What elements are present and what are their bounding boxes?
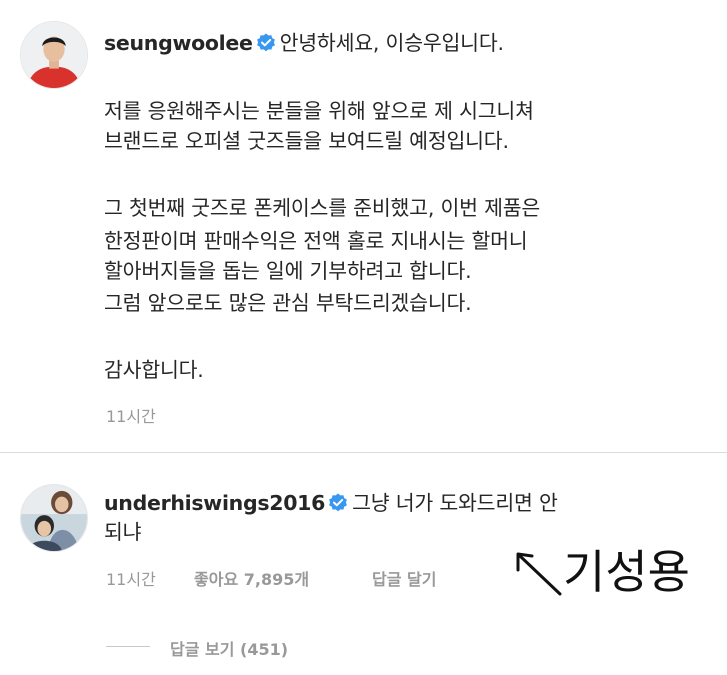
comment-text-line: 되냐 [104,520,142,544]
post-text-line: 브랜드로 오피셜 굿즈들을 보여드릴 예정입니다. [104,129,509,153]
post-text-line: 감사합니다. [104,358,204,382]
annotation-label: 기성용 [563,545,690,599]
post-author-photo [21,22,87,88]
post-text-line: 한정판이며 판매수익은 전액 홀로 지내시는 할머니 [104,229,528,253]
comment-likes-count[interactable]: 좋아요 7,895개 [194,566,309,590]
comment-username[interactable]: underhiswings2016 [104,491,325,515]
comment-first-line: underhiswings2016 그냥 너가 도와드리면 안 [104,488,558,518]
arrow-icon [516,552,562,596]
reply-button[interactable]: 답글 달기 [372,566,436,590]
post-text-line: 그럼 앞으로도 많은 관심 부탁드리겠습니다. [104,291,472,315]
view-replies-button[interactable]: 답글 보기 (451) [170,636,288,660]
post-text-intro: 안녕하세요, 이승우입니다. [279,31,504,55]
post-text-line: 저를 응원해주시는 분들을 위해 앞으로 제 시그니쳐 [104,99,534,123]
post-first-line: seungwoolee 안녕하세요, 이승우입니다. [104,28,504,58]
comment-timestamp: 11시간 [106,570,156,589]
verified-badge-icon [328,493,348,513]
post-text-line: 그 첫번째 굿즈로 폰케이스를 준비했고, 이번 제품은 [104,196,541,220]
replies-divider-line [106,646,150,647]
comment-author-avatar[interactable] [20,484,88,552]
post-username[interactable]: seungwoolee [104,31,253,55]
verified-badge-icon [256,33,276,53]
divider [0,452,727,453]
post-text-line: 할아버지들을 돕는 일에 기부하려고 합니다. [104,259,472,283]
post-timestamp: 11시간 [106,407,156,426]
post-author-avatar[interactable] [20,21,88,89]
comment-text: 그냥 너가 도와드리면 안 [352,491,558,515]
comment-author-photo [21,485,87,551]
